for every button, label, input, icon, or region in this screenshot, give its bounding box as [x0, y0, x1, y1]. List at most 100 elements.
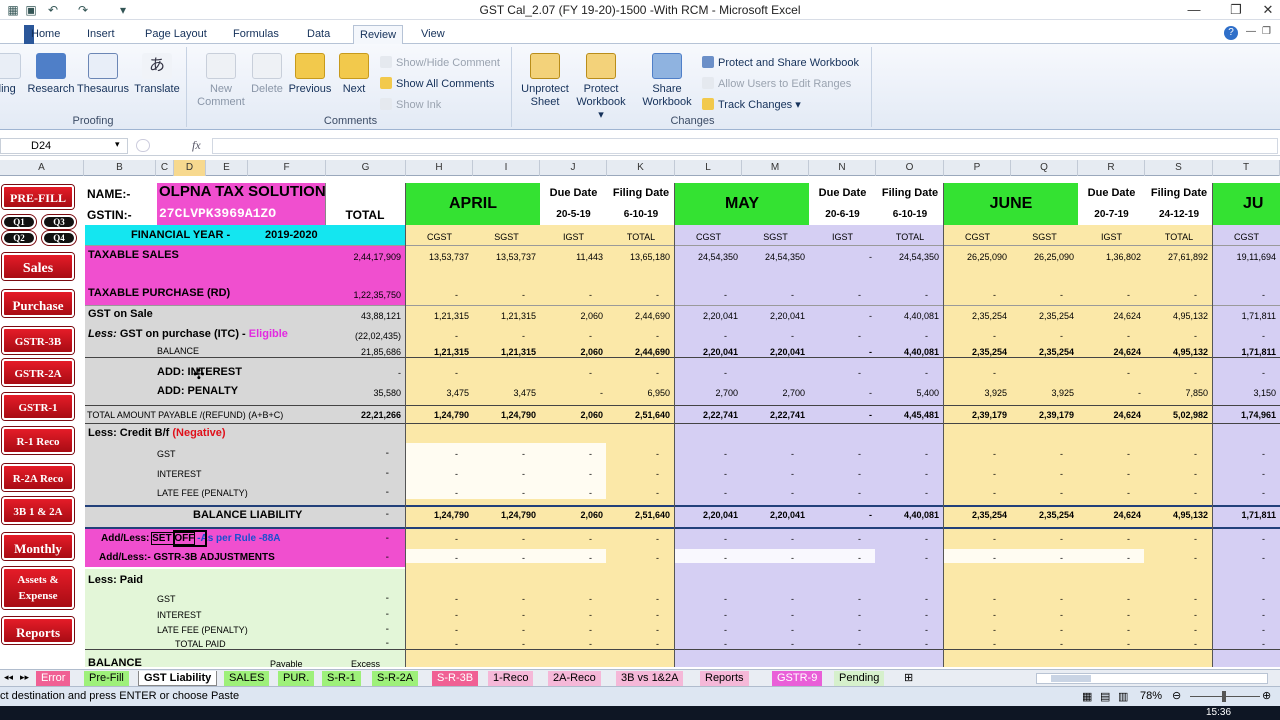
- value-cell-balance-liability[interactable]: 2,20,041: [675, 509, 738, 521]
- value-cell-gst-on-sale[interactable]: -: [809, 310, 872, 322]
- empty-cell[interactable]: -: [1145, 367, 1197, 379]
- empty-cell[interactable]: -: [1145, 448, 1197, 460]
- empty-cell[interactable]: -: [540, 289, 592, 301]
- column-header-S[interactable]: S: [1145, 160, 1213, 176]
- value-cell-total-payable[interactable]: 2,39,179: [1011, 409, 1074, 421]
- tab-formulas[interactable]: Formulas: [227, 25, 285, 44]
- name-box-dropdown-icon[interactable]: ▾: [115, 139, 120, 150]
- empty-cell[interactable]: -: [406, 533, 458, 545]
- empty-cell[interactable]: -: [809, 468, 861, 480]
- empty-cell[interactable]: -: [607, 552, 659, 564]
- value-cell-taxable-sales[interactable]: 11,443: [540, 251, 603, 263]
- empty-cell[interactable]: -: [1078, 448, 1130, 460]
- empty-cell[interactable]: -: [607, 289, 659, 301]
- empty-cell[interactable]: -: [1078, 552, 1130, 564]
- empty-cell[interactable]: -: [876, 330, 928, 342]
- empty-cell[interactable]: -: [540, 624, 592, 636]
- sales-button[interactable]: Sales: [2, 253, 74, 280]
- empty-cell[interactable]: -: [540, 593, 592, 605]
- empty-cell[interactable]: -: [1078, 609, 1130, 621]
- empty-cell[interactable]: -: [607, 533, 659, 545]
- empty-cell[interactable]: -: [809, 593, 861, 605]
- value-cell-gst-on-sale[interactable]: 4,40,081: [876, 310, 939, 322]
- value-cell-balance-liability[interactable]: 4,40,081: [876, 509, 939, 521]
- empty-cell[interactable]: -: [809, 289, 861, 301]
- empty-cell[interactable]: -: [473, 624, 525, 636]
- value-cell-add-penalty[interactable]: 6,950: [607, 387, 670, 399]
- value-cell-balance-liability[interactable]: 1,71,811: [1213, 509, 1276, 521]
- ribbon-minimize-icon[interactable]: —: [1246, 26, 1256, 37]
- sheet-tab-2areco[interactable]: 2A-Reco: [548, 671, 601, 686]
- unprotect-sheet-button[interactable]: Unprotect Sheet: [518, 53, 572, 109]
- empty-cell[interactable]: -: [473, 468, 525, 480]
- empty-cell[interactable]: -: [540, 552, 592, 564]
- empty-cell[interactable]: -: [876, 468, 928, 480]
- value-cell-balance[interactable]: 2,20,041: [742, 346, 805, 358]
- page-layout-view-icon[interactable]: ▤: [1100, 690, 1110, 703]
- sheet-tab-3b-vs[interactable]: 3B vs 1&2A: [616, 671, 684, 686]
- value-cell-balance[interactable]: 1,21,315: [473, 346, 536, 358]
- empty-cell[interactable]: -: [1145, 593, 1197, 605]
- column-header-G[interactable]: G: [326, 160, 406, 176]
- empty-cell[interactable]: -: [809, 533, 861, 545]
- value-cell-total-payable[interactable]: 2,22,741: [742, 409, 805, 421]
- empty-cell[interactable]: -: [1011, 593, 1063, 605]
- value-cell-add-penalty[interactable]: 3,150: [1213, 387, 1276, 399]
- empty-cell[interactable]: -: [1213, 448, 1265, 460]
- empty-cell[interactable]: -: [675, 330, 727, 342]
- column-header-O[interactable]: O: [876, 160, 944, 176]
- empty-cell[interactable]: -: [1145, 289, 1197, 301]
- empty-cell[interactable]: -: [944, 330, 996, 342]
- track-changes-button[interactable]: Track Changes ▾: [702, 97, 801, 113]
- empty-cell[interactable]: -: [742, 533, 794, 545]
- value-cell-balance[interactable]: 2,35,254: [1011, 346, 1074, 358]
- empty-cell[interactable]: -: [1145, 609, 1197, 621]
- empty-cell[interactable]: -: [675, 624, 727, 636]
- empty-cell[interactable]: -: [876, 367, 928, 379]
- value-cell-add-penalty[interactable]: 3,475: [406, 387, 469, 399]
- value-cell-total-payable[interactable]: 5,02,982: [1145, 409, 1208, 421]
- page-break-view-icon[interactable]: ▥: [1118, 690, 1128, 703]
- value-cell-add-penalty[interactable]: 2,700: [675, 387, 738, 399]
- empty-cell[interactable]: -: [1213, 624, 1265, 636]
- empty-cell[interactable]: -: [809, 330, 861, 342]
- sheet-tab-gst-liability[interactable]: GST Liability: [138, 671, 218, 686]
- empty-cell[interactable]: -: [607, 487, 659, 499]
- empty-cell[interactable]: -: [607, 638, 659, 650]
- empty-cell[interactable]: -: [406, 638, 458, 650]
- empty-cell[interactable]: -: [675, 638, 727, 650]
- empty-cell[interactable]: -: [473, 330, 525, 342]
- 3b-1-2a-button[interactable]: 3B 1 & 2A: [2, 497, 74, 524]
- empty-cell[interactable]: -: [473, 487, 525, 499]
- empty-cell[interactable]: -: [473, 552, 525, 564]
- value-cell-add-penalty[interactable]: 5,400: [876, 387, 939, 399]
- value-cell-balance[interactable]: 1,21,315: [406, 346, 469, 358]
- empty-cell[interactable]: -: [406, 448, 458, 460]
- share-workbook-button[interactable]: Share Workbook: [640, 53, 694, 109]
- empty-cell[interactable]: -: [876, 593, 928, 605]
- value-cell-add-penalty[interactable]: 7,850: [1145, 387, 1208, 399]
- value-cell-taxable-sales[interactable]: 19,11,694: [1213, 251, 1276, 263]
- value-cell-balance[interactable]: 4,40,081: [876, 346, 939, 358]
- empty-cell[interactable]: -: [540, 638, 592, 650]
- empty-cell[interactable]: -: [1213, 552, 1265, 564]
- value-cell-taxable-sales[interactable]: 27,61,892: [1145, 251, 1208, 263]
- empty-cell[interactable]: -: [1078, 533, 1130, 545]
- empty-cell[interactable]: -: [607, 624, 659, 636]
- tab-page-layout[interactable]: Page Layout: [139, 25, 213, 44]
- name-box[interactable]: D24 ▾: [0, 138, 128, 154]
- zoom-in-icon[interactable]: ⊕: [1262, 689, 1271, 702]
- tab-data[interactable]: Data: [301, 25, 336, 44]
- empty-cell[interactable]: -: [944, 289, 996, 301]
- empty-cell[interactable]: -: [1078, 624, 1130, 636]
- value-cell-balance[interactable]: 2,20,041: [675, 346, 738, 358]
- empty-cell[interactable]: -: [1011, 289, 1063, 301]
- value-cell-gst-on-sale[interactable]: 2,20,041: [675, 310, 738, 322]
- value-cell-gst-on-sale[interactable]: 4,95,132: [1145, 310, 1208, 322]
- empty-cell[interactable]: -: [1078, 330, 1130, 342]
- empty-cell[interactable]: -: [944, 448, 996, 460]
- empty-cell[interactable]: -: [742, 468, 794, 480]
- empty-cell[interactable]: -: [876, 289, 928, 301]
- value-cell-balance[interactable]: 2,44,690: [607, 346, 670, 358]
- column-header-F[interactable]: F: [248, 160, 326, 176]
